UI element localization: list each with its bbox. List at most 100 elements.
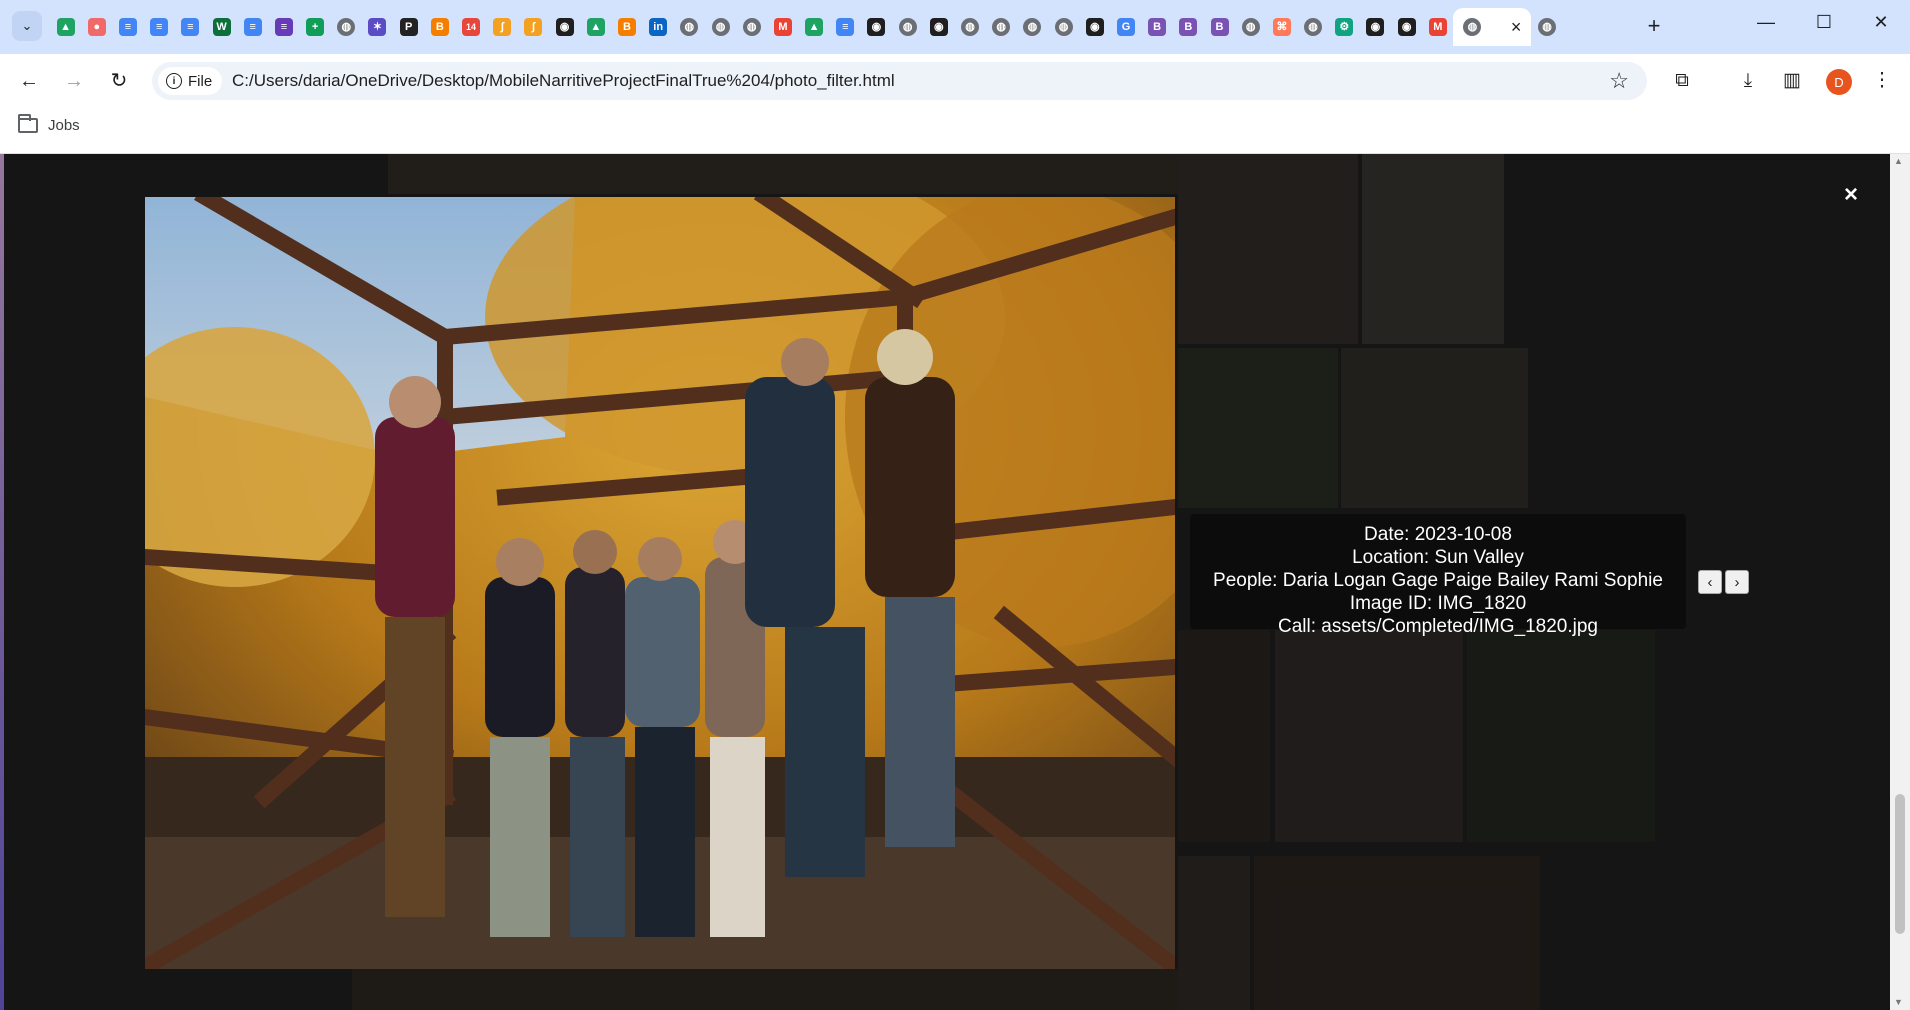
tab-search-button[interactable]: ⌄ (12, 11, 42, 41)
new-tab-button[interactable]: + (1640, 13, 1668, 39)
asana-icon: ● (87, 18, 106, 36)
browser-tab[interactable]: B (611, 8, 642, 46)
globe-icon: ◍ (1054, 18, 1073, 36)
browser-tab[interactable]: W (206, 8, 237, 46)
prev-photo-button[interactable]: ‹ (1698, 570, 1722, 594)
browser-tab[interactable]: ◍ (705, 8, 736, 46)
profile-avatar[interactable]: D (1826, 69, 1852, 95)
gmail-icon: M (773, 18, 792, 36)
browser-tab[interactable]: M (1422, 8, 1453, 46)
extensions-icon[interactable]: ⧉ (1668, 67, 1696, 95)
browser-tab-active[interactable]: ◍ × (1453, 8, 1532, 46)
browser-tab[interactable]: G (1110, 8, 1141, 46)
browser-tab[interactable]: ≡ (175, 8, 206, 46)
browser-tab[interactable]: P (393, 8, 424, 46)
github-icon: ◉ (555, 18, 574, 36)
browser-tab[interactable]: ≡ (268, 8, 299, 46)
side-panel-icon[interactable]: ▥ (1778, 67, 1806, 95)
globe-icon: ◍ (1538, 18, 1557, 36)
browser-tab[interactable]: B (424, 8, 455, 46)
photo-caption: Date: 2023-10-08 Location: Sun Valley Pe… (1190, 514, 1686, 637)
browser-tab[interactable]: ≡ (237, 8, 268, 46)
close-window-button[interactable]: ✕ (1861, 12, 1901, 33)
browser-tab[interactable]: B (1204, 8, 1235, 46)
forward-button[interactable]: → (60, 67, 88, 95)
browser-toolbar: ← → ↻ i File C:/Users/daria/OneDrive/Des… (0, 54, 1910, 108)
bookmark-folder-jobs[interactable]: Jobs (18, 114, 80, 134)
forms-icon: ≡ (274, 18, 293, 36)
browser-tab[interactable]: ◉ (923, 8, 954, 46)
browser-tab[interactable]: ◍ (1235, 8, 1266, 46)
tab-list: ▲ ● ≡ ≡ ≡ W ≡ ≡ + ◍ ✶ P B 14 ∫ ∫ ◉ ▲ Bin ◍ ◍ ◍ M ▲ ≡ ◉ ◍ ◉ ◍ ◍ ◍ ◍ ◉ G B B B… (50, 8, 1563, 46)
browser-tab[interactable]: ◍ (1531, 8, 1562, 46)
maximize-button[interactable]: ☐ (1804, 12, 1844, 33)
browser-tab[interactable]: + (300, 8, 331, 46)
scroll-down-arrow-icon[interactable]: ▼ (1894, 997, 1903, 1007)
browser-tab[interactable]: ⚙ (1329, 8, 1360, 46)
site-info-chip[interactable]: i File (158, 67, 223, 95)
lightbox-close-button[interactable]: × (1844, 181, 1858, 209)
caption-date: Date: 2023-10-08 (1364, 524, 1512, 545)
page-scrollbar[interactable]: ▲ ▼ (1890, 154, 1910, 1010)
scroll-thumb[interactable] (1895, 794, 1905, 934)
browser-tab[interactable]: ⌘ (1266, 8, 1297, 46)
browser-tab[interactable]: ◉ (1360, 8, 1391, 46)
github-icon: ◉ (1085, 18, 1104, 36)
browser-tab[interactable]: ▲ (50, 8, 81, 46)
bookmark-star-icon[interactable]: ☆ (1609, 68, 1629, 94)
docs-icon: ≡ (181, 18, 200, 36)
browser-tab[interactable]: ◍ (1017, 8, 1048, 46)
browser-tab[interactable]: ◉ (549, 8, 580, 46)
browser-tab[interactable]: ∫ (518, 8, 549, 46)
browser-tab[interactable]: ◉ (1079, 8, 1110, 46)
drive-icon: ▲ (586, 18, 605, 36)
browser-tab[interactable]: ◍ (331, 8, 362, 46)
browser-tab[interactable]: ◉ (861, 8, 892, 46)
browser-tab[interactable]: ● (81, 8, 112, 46)
browser-tab[interactable]: ▲ (799, 8, 830, 46)
browser-tab[interactable]: ≡ (830, 8, 861, 46)
browser-tab[interactable]: B (1173, 8, 1204, 46)
browser-tab[interactable]: ◍ (954, 8, 985, 46)
next-photo-button[interactable]: › (1725, 570, 1749, 594)
browser-tab[interactable]: ∫ (487, 8, 518, 46)
browser-tab[interactable]: ◍ (986, 8, 1017, 46)
perplexity-icon: ✶ (368, 18, 387, 36)
browser-tab[interactable]: ≡ (112, 8, 143, 46)
browser-tab[interactable]: ◍ (1048, 8, 1079, 46)
menu-icon[interactable]: ⋮ (1868, 67, 1896, 95)
browser-tab[interactable]: ▲ (580, 8, 611, 46)
browser-tab[interactable]: in (643, 8, 674, 46)
info-icon: i (166, 73, 182, 89)
url-text[interactable]: C:/Users/daria/OneDrive/Desktop/MobileNa… (232, 71, 895, 91)
browser-tab[interactable]: ◍ (736, 8, 767, 46)
reload-button[interactable]: ↻ (105, 67, 133, 95)
calendar-icon: 14 (462, 18, 481, 36)
sheets-icon: + (306, 18, 325, 36)
browser-tab[interactable]: M (767, 8, 798, 46)
bootstrap-icon: B (1179, 18, 1198, 36)
browser-tab[interactable]: B (1142, 8, 1173, 46)
minimize-button[interactable]: — (1746, 12, 1786, 33)
photo-pager: ‹ › (1698, 570, 1749, 594)
linkedin-icon: in (649, 18, 668, 36)
browser-tab[interactable]: ◍ (1298, 8, 1329, 46)
browser-tab[interactable]: ≡ (144, 8, 175, 46)
duolingo-icon: ∫ (524, 18, 543, 36)
back-button[interactable]: ← (15, 67, 43, 95)
scroll-up-arrow-icon[interactable]: ▲ (1894, 156, 1903, 166)
drive-icon: ▲ (805, 18, 824, 36)
globe-icon: ◍ (1023, 18, 1042, 36)
browser-tab[interactable]: 14 (455, 8, 486, 46)
globe-icon: ◍ (898, 18, 917, 36)
browser-tab[interactable]: ◉ (1391, 8, 1422, 46)
browser-tab[interactable]: ◍ (892, 8, 923, 46)
page-viewport: × Date: 2023-10-08 Location: Sun Valley … (0, 154, 1910, 1010)
caption-people: People: Daria Logan Gage Paige Bailey Ra… (1213, 570, 1663, 591)
download-icon[interactable]: ⤓ (1734, 67, 1762, 95)
browser-tab[interactable]: ◍ (674, 8, 705, 46)
github-icon: ◉ (1397, 18, 1416, 36)
close-tab-icon[interactable]: × (1511, 17, 1522, 38)
address-bar[interactable]: i File C:/Users/daria/OneDrive/Desktop/M… (152, 62, 1647, 100)
browser-tab[interactable]: ✶ (362, 8, 393, 46)
